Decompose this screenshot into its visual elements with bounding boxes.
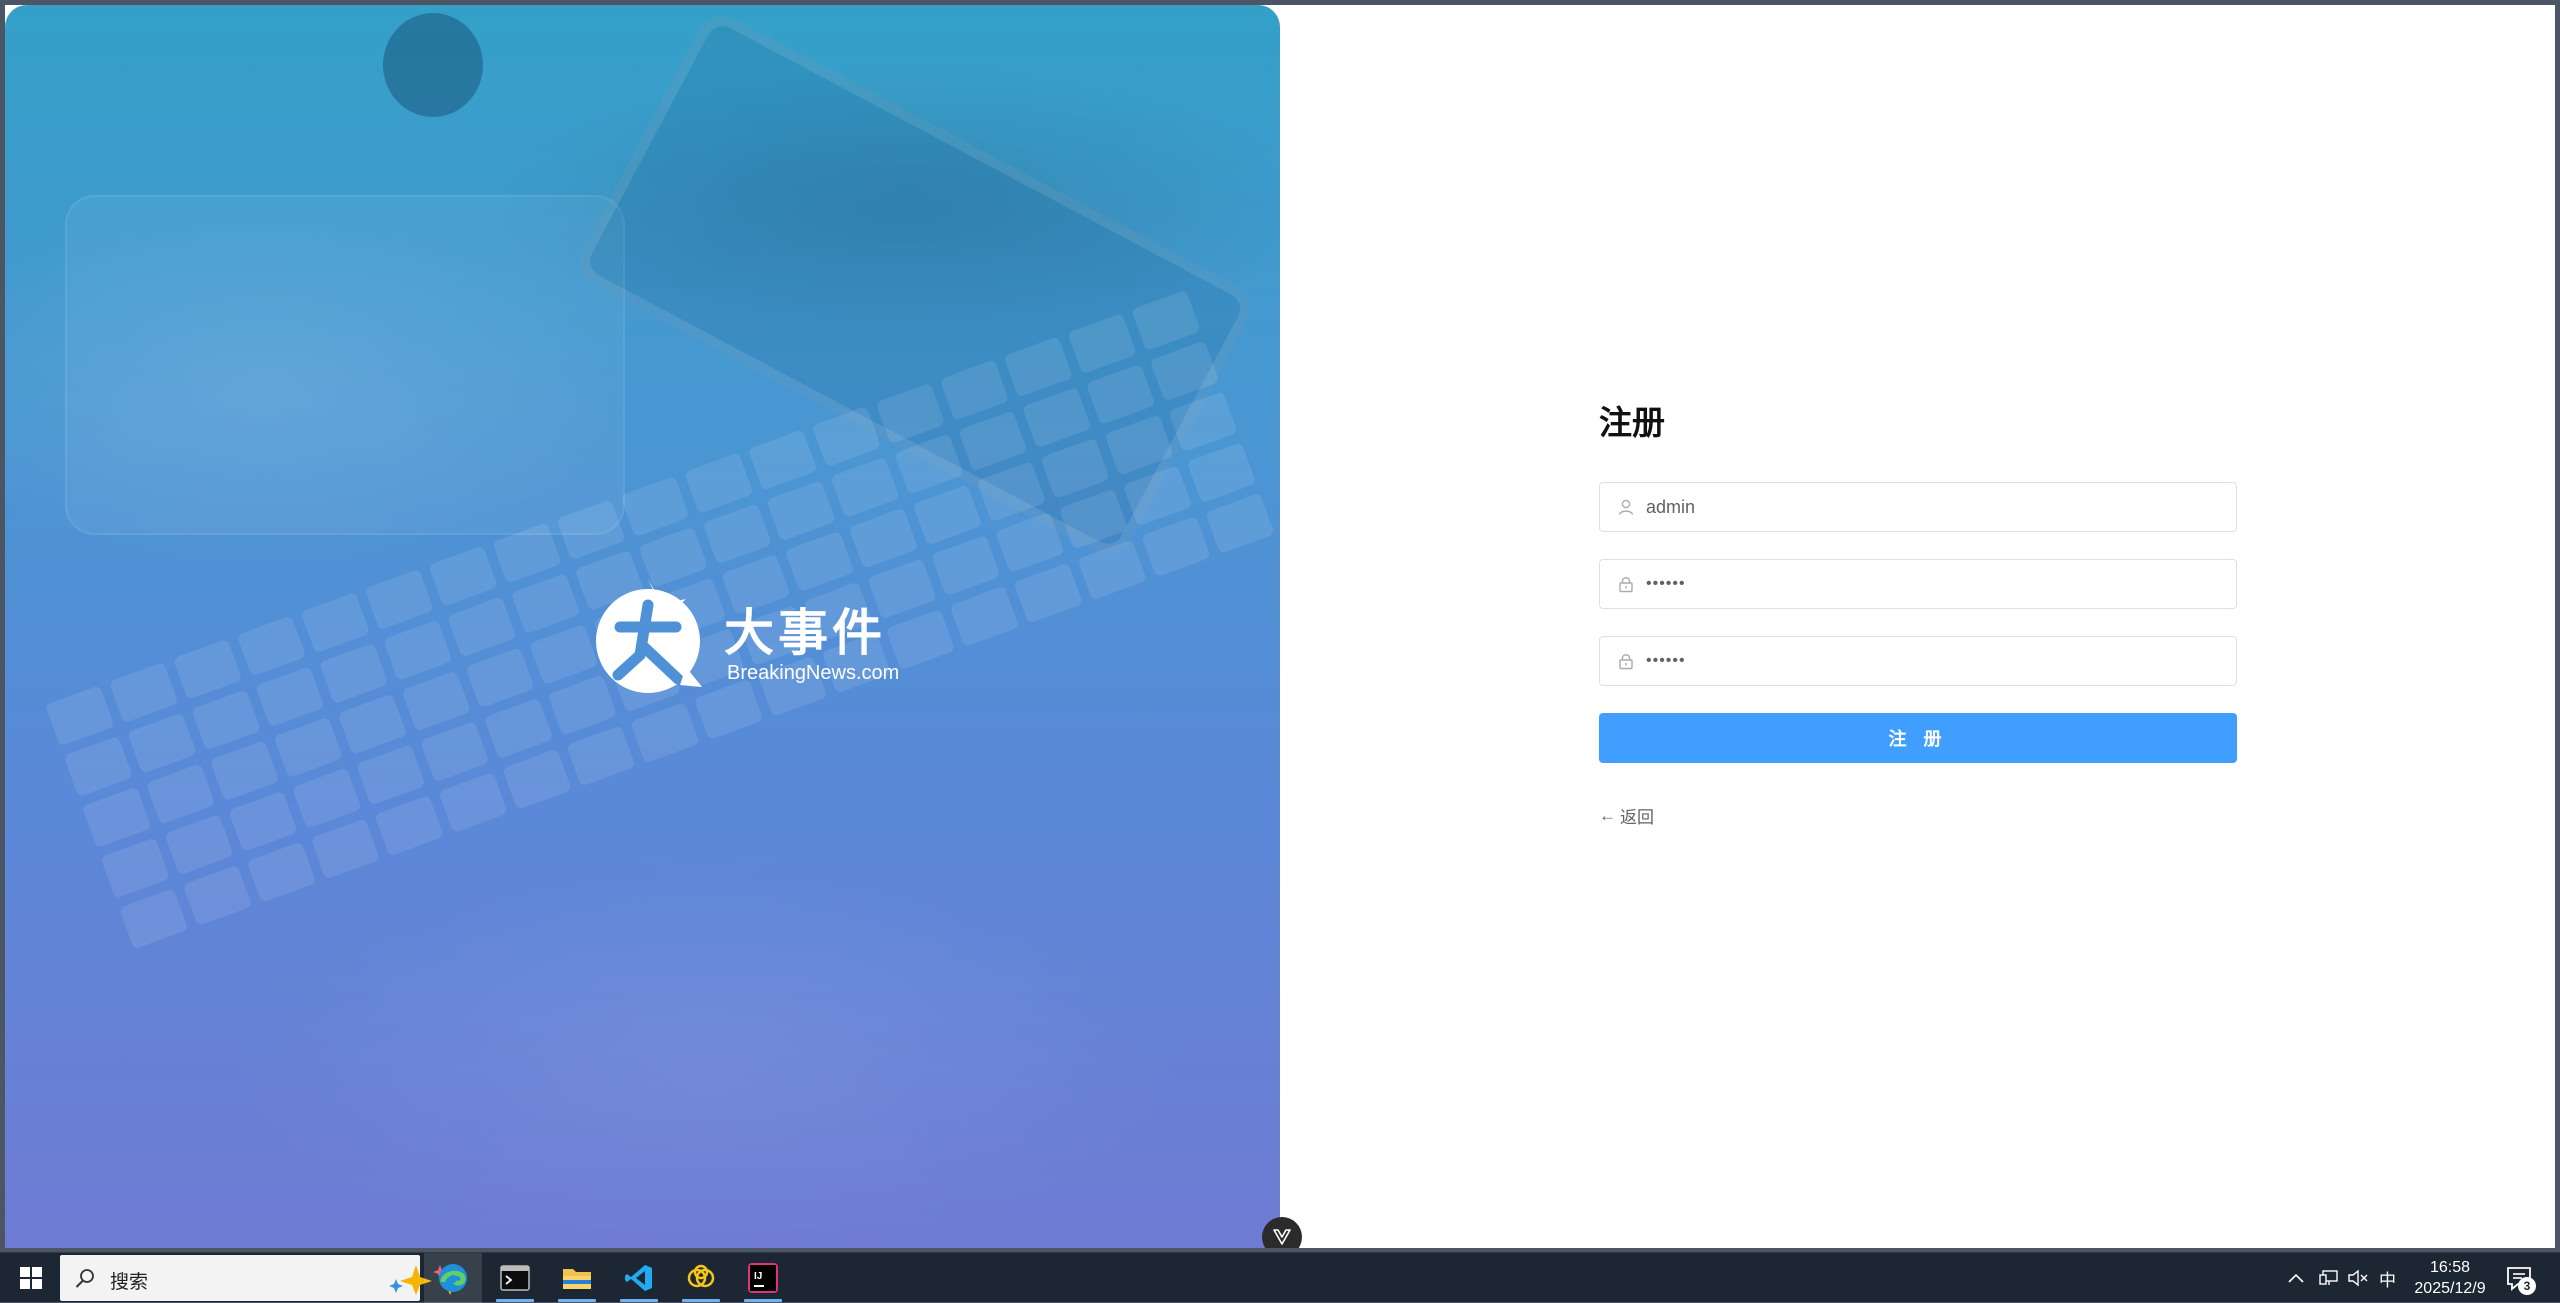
confirm-password-field[interactable] [1599,636,2237,686]
file-explorer-icon [563,1269,591,1289]
edge-icon [439,1264,467,1292]
chevron-up-icon[interactable] [2287,1272,2305,1284]
taskbar-clock[interactable]: 16:58 2025/12/9 [2400,1257,2500,1299]
brand-logo: 大事件 BreakingNews.com [590,565,910,695]
taskbar-app-terminal[interactable] [486,1253,544,1303]
lock-icon [1619,654,1633,670]
brand-name-cn: 大事件 [724,603,886,662]
back-link[interactable]: ← 返回 [1599,803,1654,828]
register-form: 注册 注 册 ← [1599,398,2237,828]
taskbar-app-vscode[interactable] [610,1253,668,1303]
clock-date: 2025/12/9 [2414,1280,2486,1297]
browser-viewport: 大事件 BreakingNews.com 注册 admin •••••• •••… [5,5,2555,1248]
volume-muted-icon[interactable] [2347,1269,2369,1287]
lock-icon [1619,577,1633,593]
system-tray: 中 [2287,1253,2396,1303]
taskbar: 搜索 IJ 中 16:58 2025/12/9 3 [0,1252,2560,1303]
network-icon[interactable] [2319,1269,2339,1287]
ime-indicator[interactable]: 中 [2379,1266,2396,1291]
trackpad-shape [65,195,625,535]
vscode-icon [625,1265,652,1291]
user-icon [1618,499,1634,515]
username-field[interactable] [1599,482,2237,532]
terminal-icon [500,1265,530,1291]
confirm-password-input[interactable] [1644,637,2224,685]
intellij-idea-icon: IJ [748,1263,778,1293]
taskbar-search-box[interactable]: 搜索 [60,1255,457,1301]
search-placeholder: 搜索 [110,1272,149,1293]
back-arrow-icon: ← [1599,805,1616,825]
password-field[interactable] [1599,559,2237,609]
taskbar-app-edge[interactable] [424,1253,482,1303]
taskbar-app-baidu-netdisk[interactable] [672,1253,730,1303]
clock-time: 16:58 [2429,1259,2471,1276]
password-input[interactable] [1644,560,2224,608]
form-title: 注册 [1599,404,1665,441]
brand-domain: BreakingNews.com [727,662,900,684]
login-banner: 大事件 BreakingNews.com [5,5,1280,1248]
notification-count-badge: 3 [2518,1277,2536,1295]
register-button[interactable]: 注 册 [1599,713,2237,763]
windows-icon [20,1267,42,1289]
apple-logo-shape [383,13,483,117]
start-button[interactable] [8,1253,54,1303]
taskbar-app-file-explorer[interactable] [548,1253,606,1303]
back-link-label: 返回 [1620,808,1654,827]
search-icon [75,1269,94,1288]
vue-devtools-toggle[interactable] [1262,1217,1302,1248]
vue-icon [1273,1229,1291,1245]
svg-text:IJ: IJ [754,1271,762,1282]
username-input[interactable] [1644,483,2224,531]
brand-logo-icon [596,579,702,693]
baidu-netdisk-icon [687,1264,715,1288]
taskbar-app-intellij-idea[interactable]: IJ [734,1253,792,1303]
